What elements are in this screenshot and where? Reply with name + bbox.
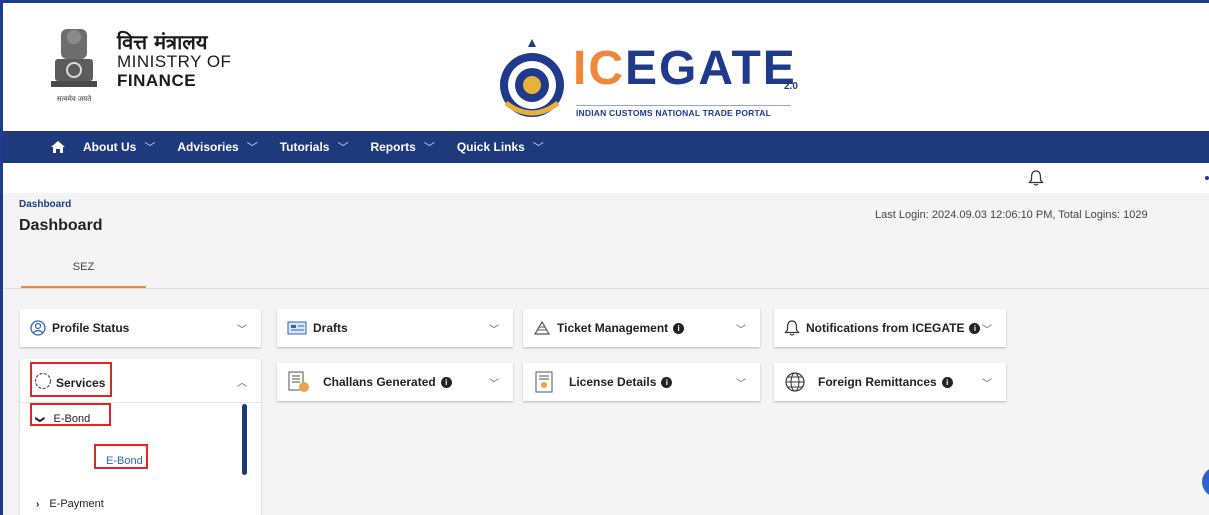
home-icon	[51, 141, 65, 153]
services-label: Services	[56, 375, 106, 390]
license-details-label: License Details	[569, 375, 657, 389]
tab-sez[interactable]: SEZ	[21, 255, 146, 289]
license-icon	[533, 371, 555, 393]
gear-outline-icon	[34, 372, 52, 393]
icegate-brand: ICEGATE	[573, 43, 797, 95]
brand-version: 2.0	[784, 81, 798, 92]
chevron-down-icon: ﹀	[982, 325, 992, 336]
brand-gate: EGATE	[625, 42, 797, 95]
chevron-down-icon: ﹀	[736, 325, 746, 336]
ministry-line1: MINISTRY OF	[117, 52, 232, 71]
drafts-label: Drafts	[313, 321, 348, 335]
globe-icon	[784, 371, 806, 393]
ebond-group-label: E-Bond	[53, 413, 91, 425]
notifications-card[interactable]: Notifications from ICEGATE i ﹀	[774, 309, 1006, 347]
nav-about-us[interactable]: About Us ﹀	[83, 139, 155, 155]
challan-icon	[287, 371, 311, 393]
nav-advisories[interactable]: Advisories ﹀	[177, 139, 257, 155]
national-emblem-logo: सत्यमेव जयते	[51, 29, 97, 103]
nav-quick-links-label: Quick Links	[456, 140, 525, 154]
info-icon[interactable]: i	[969, 322, 981, 334]
nav-quick-links[interactable]: Quick Links ﹀	[457, 139, 544, 155]
profile-status-label: Profile Status	[52, 321, 130, 335]
user-circle-icon	[30, 320, 46, 336]
challans-generated-card[interactable]: Challans Generated i ﹀	[277, 363, 513, 401]
tree-item-ebond-link[interactable]: E-Bond	[106, 455, 143, 467]
services-header[interactable]: Services ︿	[20, 359, 261, 403]
chevron-down-icon: ﹀	[423, 142, 435, 154]
site-header: सत्यमेव जयते वित्त मंत्रालय MINISTRY OF …	[3, 3, 1209, 131]
tree-item-epayment[interactable]: › E-Payment	[36, 498, 104, 510]
chevron-right-icon: ›	[36, 498, 40, 510]
bell-icon[interactable]	[1028, 169, 1044, 187]
breadcrumb[interactable]: Dashboard	[19, 199, 71, 210]
nav-tutorials[interactable]: Tutorials ﹀	[280, 139, 349, 155]
notifications-label: Notifications from ICEGATE	[806, 321, 965, 335]
nav-reports[interactable]: Reports ﹀	[370, 139, 434, 155]
brand-subtitle: INDIAN CUSTOMS NATIONAL TRADE PORTAL	[576, 105, 791, 118]
ticket-management-label: Ticket Management	[557, 321, 669, 335]
customs-seal-logo	[500, 39, 564, 117]
home-button[interactable]	[33, 140, 83, 154]
chevron-down-icon: ﹀	[982, 379, 992, 390]
nav-tutorials-label: Tutorials	[279, 140, 330, 154]
main-navbar: About Us ﹀ Advisories ﹀ Tutorials ﹀ Reports…	[3, 131, 1209, 163]
bell-icon	[784, 319, 800, 337]
nav-about-us-label: About Us	[83, 140, 137, 154]
info-icon[interactable]: i	[440, 376, 452, 388]
ticket-management-card[interactable]: Ticket Management i ﹀	[523, 309, 760, 347]
services-panel: Services ︿ ❯ E-Bond E-Bond › E-Payment	[20, 359, 261, 515]
services-toggle[interactable]: Services	[34, 372, 105, 393]
ministry-hindi: वित्त मंत्रालय	[117, 30, 208, 54]
edge-indicator	[1205, 176, 1209, 180]
last-login-text: Last Login: 2024.09.03 12:06:10 PM, Tota…	[875, 209, 1148, 221]
foreign-remittances-label: Foreign Remittances	[818, 375, 937, 389]
drafts-card[interactable]: Drafts ﹀	[277, 309, 513, 347]
info-icon[interactable]: i	[941, 376, 953, 388]
chevron-down-icon: ﹀	[246, 142, 258, 154]
ministry-title: वित्त मंत्रालय MINISTRY OF FINANCE	[117, 30, 232, 90]
info-icon[interactable]: i	[673, 322, 685, 334]
chevron-down-icon: ﹀	[736, 379, 746, 390]
chevron-up-icon[interactable]: ︿	[237, 374, 247, 389]
dashboard-content: Dashboard Dashboard Last Login: 2024.09.…	[3, 193, 1209, 515]
chevron-down-icon: ❯	[35, 415, 46, 423]
chevron-down-icon: ﹀	[237, 325, 247, 336]
license-details-card[interactable]: License Details i ﹀	[523, 363, 760, 401]
emblem-motto: सत्यमेव जयते	[57, 94, 92, 103]
ticket-icon	[533, 320, 551, 336]
scrollbar-thumb[interactable]	[242, 404, 247, 475]
chevron-down-icon: ﹀	[489, 379, 499, 390]
chevron-down-icon: ﹀	[337, 142, 349, 154]
tab-divider	[3, 288, 1209, 289]
ministry-line2: FINANCE	[117, 71, 197, 90]
page-title: Dashboard	[19, 217, 103, 234]
profile-status-card[interactable]: Profile Status ﹀	[20, 309, 261, 347]
foreign-remittances-card[interactable]: Foreign Remittances i ﹀	[774, 363, 1006, 401]
epayment-label: E-Payment	[49, 498, 104, 510]
nav-reports-label: Reports	[370, 140, 416, 154]
chevron-down-icon: ﹀	[144, 142, 156, 154]
nav-advisories-label: Advisories	[177, 140, 239, 154]
chevron-down-icon: ﹀	[532, 142, 544, 154]
tree-item-ebond-group[interactable]: ❯ E-Bond	[35, 413, 91, 425]
app-frame: सत्यमेव जयते वित्त मंत्रालय MINISTRY OF …	[0, 0, 1209, 515]
brand-ic: IC	[573, 42, 625, 95]
chevron-down-icon: ﹀	[489, 325, 499, 336]
challans-generated-label: Challans Generated	[323, 375, 436, 389]
utility-bar	[3, 163, 1209, 193]
info-icon[interactable]: i	[661, 376, 673, 388]
drafts-icon	[287, 321, 307, 335]
